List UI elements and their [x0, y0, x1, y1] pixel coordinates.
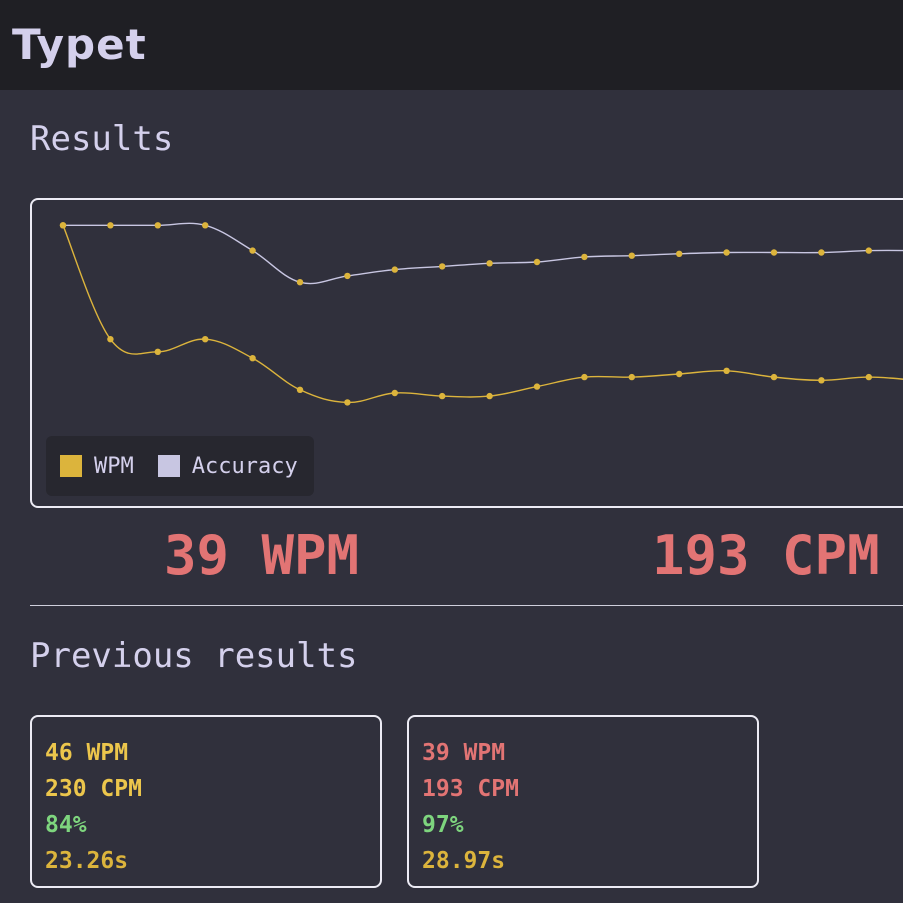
legend-item-wpm[interactable]: WPM — [60, 454, 134, 479]
data-point-accuracy[interactable] — [107, 222, 114, 229]
result-cpm: 193 CPM — [652, 524, 880, 587]
data-point-wpm[interactable] — [249, 355, 256, 362]
data-point-wpm[interactable] — [486, 392, 493, 400]
data-point-accuracy[interactable] — [486, 260, 493, 267]
legend-swatch-wpm — [60, 455, 82, 477]
app-header: Typet — [0, 0, 903, 90]
legend-swatch-accuracy — [157, 455, 180, 477]
results-chart: WPM Accuracy — [30, 198, 903, 508]
previous-results-heading: Previous results — [30, 636, 358, 676]
data-point-accuracy[interactable] — [628, 252, 635, 259]
results-heading: Results — [30, 119, 174, 159]
card-wpm: 46 WPM — [45, 740, 129, 766]
card-cpm: 193 CPM — [422, 776, 519, 802]
card-accuracy: 97% — [422, 812, 464, 838]
legend-label-wpm: WPM — [94, 453, 134, 479]
data-point-accuracy[interactable] — [202, 222, 209, 229]
card-wpm: 39 WPM — [422, 740, 506, 766]
data-point-wpm[interactable] — [439, 392, 446, 400]
legend-label-accuracy: Accuracy — [191, 453, 298, 479]
section-divider — [30, 605, 903, 606]
card-time: 23.26s — [45, 848, 129, 874]
data-point-accuracy[interactable] — [818, 249, 825, 256]
data-point-accuracy[interactable] — [676, 250, 683, 257]
data-point-accuracy[interactable] — [249, 247, 256, 254]
data-point-wpm[interactable] — [59, 222, 67, 229]
data-point-accuracy[interactable] — [770, 249, 778, 256]
app-title: Typet — [12, 20, 147, 69]
card-cpm: 230 CPM — [45, 776, 142, 802]
data-point-accuracy[interactable] — [391, 266, 398, 273]
data-point-wpm[interactable] — [818, 377, 825, 384]
data-point-wpm[interactable] — [202, 336, 209, 343]
data-point-wpm[interactable] — [676, 370, 683, 378]
data-point-accuracy[interactable] — [865, 247, 872, 254]
card-accuracy: 84% — [45, 812, 87, 838]
data-point-wpm[interactable] — [533, 383, 541, 390]
data-point-accuracy[interactable] — [723, 249, 730, 256]
data-point-wpm[interactable] — [723, 367, 730, 374]
data-point-accuracy[interactable] — [344, 272, 351, 280]
data-point-accuracy[interactable] — [296, 279, 304, 286]
previous-result-card[interactable]: 39 WPM 193 CPM 97% 28.97s — [407, 715, 759, 888]
result-wpm: 39 WPM — [164, 524, 360, 587]
card-time: 28.97s — [422, 848, 506, 874]
data-point-wpm[interactable] — [154, 348, 161, 355]
data-point-accuracy[interactable] — [439, 263, 446, 270]
data-point-accuracy[interactable] — [154, 222, 161, 229]
previous-result-card[interactable]: 46 WPM 230 CPM 84% 23.26s — [30, 715, 382, 888]
data-point-wpm[interactable] — [581, 373, 588, 381]
data-point-wpm[interactable] — [296, 386, 304, 393]
data-point-wpm[interactable] — [770, 373, 778, 381]
data-point-wpm[interactable] — [865, 373, 872, 381]
chart-legend: WPM Accuracy — [46, 436, 314, 496]
data-point-wpm[interactable] — [107, 336, 114, 343]
legend-item-accuracy[interactable]: Accuracy — [157, 453, 298, 479]
data-point-wpm[interactable] — [344, 399, 351, 406]
data-point-accuracy[interactable] — [581, 253, 588, 261]
data-point-accuracy[interactable] — [533, 258, 541, 266]
data-point-wpm[interactable] — [628, 373, 635, 381]
data-point-wpm[interactable] — [391, 389, 398, 397]
